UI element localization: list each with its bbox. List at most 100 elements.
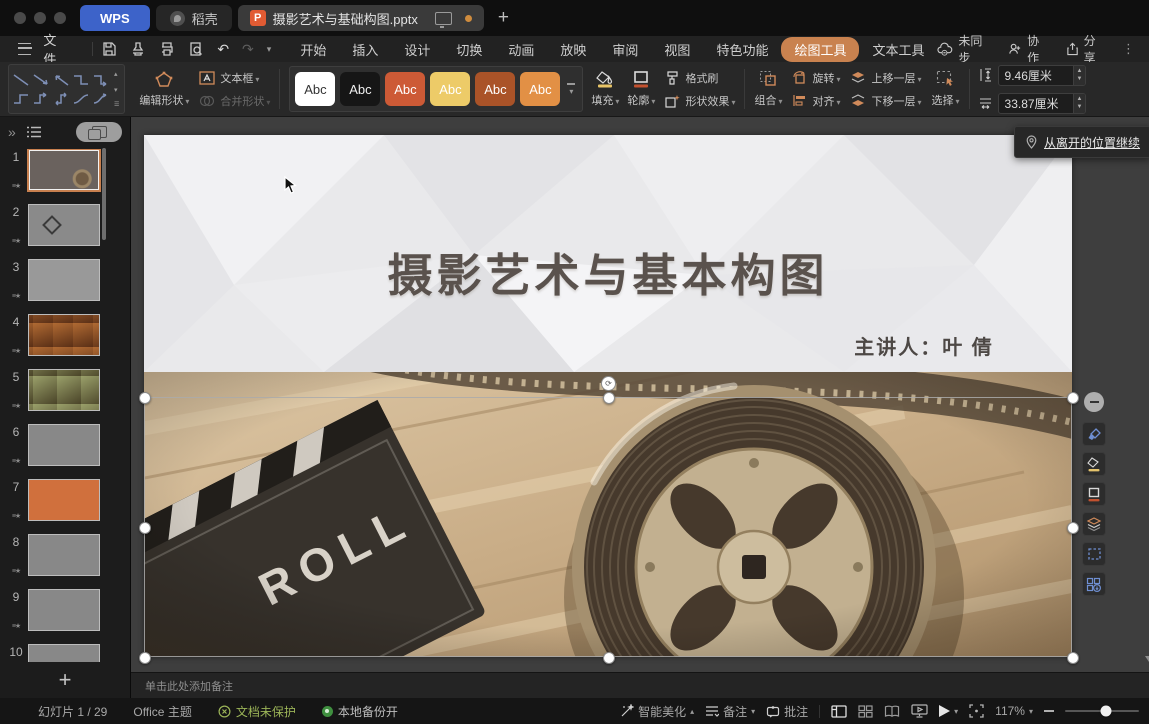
panel-scrollbar-thumb[interactable]	[102, 148, 106, 240]
tab-wps-home[interactable]: WPS	[80, 5, 150, 31]
menu-tab-special-features[interactable]: 特色功能	[703, 37, 781, 62]
shape-effects-button[interactable]: 形状效果	[665, 93, 735, 109]
gallery-more-icon[interactable]	[114, 101, 119, 108]
selection-handle[interactable]	[603, 652, 615, 664]
hamburger-menu-icon[interactable]	[18, 43, 31, 55]
minimize-button[interactable]	[34, 12, 46, 24]
shape-style-swatch[interactable]: Abc	[430, 72, 470, 106]
normal-view-icon[interactable]	[831, 705, 847, 718]
comments-button[interactable]: 批注	[766, 703, 808, 720]
slide-8-preview[interactable]	[28, 534, 100, 576]
shape-elbow[interactable]	[72, 73, 90, 87]
stepper-down-icon[interactable]	[1074, 75, 1086, 83]
slide-thumbnail-3[interactable]: 3	[4, 259, 130, 301]
menu-tab-home[interactable]: 开始	[287, 37, 339, 62]
slide-5-preview[interactable]	[28, 369, 100, 411]
slide-title-text[interactable]: 摄影艺术与基本构图	[144, 239, 1072, 304]
presenter-monitor-icon[interactable]	[435, 12, 452, 25]
save-icon[interactable]	[101, 41, 117, 57]
print-icon[interactable]	[159, 41, 175, 57]
slide-thumbnail-8[interactable]: 8	[4, 534, 130, 576]
tab-document[interactable]: 摄影艺术与基础构图.pptx	[238, 5, 484, 31]
shape-style-swatch[interactable]: Abc	[475, 72, 515, 106]
shape-width-input[interactable]	[999, 96, 1073, 110]
zoom-slider[interactable]	[1065, 710, 1139, 712]
fit-to-window-icon[interactable]	[969, 704, 984, 718]
menu-tab-animation[interactable]: 动画	[495, 37, 547, 62]
slide-sorter-view-icon[interactable]	[858, 705, 873, 718]
collapse-toolbar-button[interactable]	[1084, 392, 1104, 412]
more-options-icon[interactable]	[1122, 41, 1135, 57]
bring-forward-button[interactable]: 上移一层	[850, 70, 921, 86]
thumbnail-view-toggle[interactable]	[76, 122, 122, 142]
slide-9-preview[interactable]	[28, 589, 100, 631]
gallery-scroll-down-icon[interactable]	[114, 86, 119, 94]
slide-thumbnail-9[interactable]: 9	[4, 589, 130, 631]
expand-panel-icon[interactable]	[8, 124, 16, 140]
backup-status[interactable]: 本地备份开	[322, 703, 398, 720]
resume-link[interactable]: 从离开的位置继续	[1044, 134, 1140, 151]
selection-handle[interactable]	[1067, 522, 1079, 534]
shape-elbow-2-arrow[interactable]	[32, 92, 50, 106]
protection-status[interactable]: 文档未保护	[218, 703, 296, 720]
add-slide-button[interactable]	[0, 662, 130, 698]
select-button[interactable]: 选择	[932, 70, 960, 108]
shape-line-arrow[interactable]	[32, 73, 50, 87]
output-stamp-icon[interactable]	[130, 41, 146, 57]
shape-style-swatch[interactable]: Abc	[520, 72, 560, 106]
shape-height-input[interactable]	[999, 68, 1073, 82]
align-button[interactable]: 对齐	[792, 93, 840, 109]
smart-beautify-button[interactable]: 智能美化	[620, 703, 694, 720]
layers-button[interactable]	[1082, 512, 1106, 536]
group-button[interactable]: 组合	[754, 70, 782, 108]
slide-thumbnail-5[interactable]: 5	[4, 369, 130, 411]
slide-thumbnail-10[interactable]: 10	[4, 644, 130, 662]
print-preview-icon[interactable]	[188, 41, 204, 57]
zoom-level-dropdown[interactable]: 117%	[995, 704, 1033, 718]
shape-elbow-2[interactable]	[12, 92, 30, 106]
edit-shape-button[interactable]: 编辑形状	[135, 71, 193, 108]
fill-color-button[interactable]	[1082, 452, 1106, 476]
stepper-up-icon[interactable]	[1074, 95, 1086, 103]
menu-tab-insert[interactable]: 插入	[339, 37, 391, 62]
maximize-button[interactable]	[54, 12, 66, 24]
slide-thumbnail-2[interactable]: 2	[4, 204, 130, 246]
format-brush-button[interactable]	[1082, 422, 1106, 446]
shape-curve[interactable]	[72, 92, 90, 106]
slide-1-preview[interactable]	[27, 149, 101, 192]
resume-position-tooltip[interactable]: 从离开的位置继续	[1014, 126, 1149, 158]
outline-view-icon[interactable]	[26, 126, 42, 138]
rotate-button[interactable]: 旋转	[792, 70, 840, 86]
slideshow-settings-icon[interactable]	[911, 704, 928, 718]
new-tab-button[interactable]	[498, 7, 509, 29]
stepper-up-icon[interactable]	[1074, 67, 1086, 75]
menu-tab-slideshow[interactable]: 放映	[547, 37, 599, 62]
outline-color-button[interactable]	[1082, 482, 1106, 506]
slide-7-preview[interactable]	[28, 479, 100, 521]
undo-icon[interactable]	[217, 41, 229, 58]
shape-elbow-arrow[interactable]	[92, 73, 110, 87]
selection-handle[interactable]	[603, 392, 615, 404]
gallery-scroll-up-icon[interactable]	[114, 70, 119, 78]
selection-handle[interactable]	[139, 392, 151, 404]
notes-button[interactable]: 备注	[705, 703, 755, 720]
slide-thumbnail-1[interactable]: 1	[4, 149, 130, 191]
menu-tab-design[interactable]: 设计	[391, 37, 443, 62]
menu-tab-transitions[interactable]: 切换	[443, 37, 495, 62]
stepper-down-icon[interactable]	[1074, 103, 1086, 111]
notes-bar[interactable]: 单击此处添加备注	[131, 672, 1149, 698]
menu-tab-view[interactable]: 视图	[651, 37, 703, 62]
slide-thumbnail-7[interactable]: 7	[4, 479, 130, 521]
sync-status[interactable]: 未同步	[937, 32, 992, 66]
canvas-scroll-down-icon[interactable]	[1145, 656, 1149, 662]
menu-tab-drawing-tools[interactable]: 绘图工具	[781, 37, 859, 62]
slide-subtitle-text[interactable]: 主讲人：叶 倩	[784, 331, 1064, 360]
zoom-slider-handle[interactable]	[1100, 706, 1111, 717]
text-box-button[interactable]: 文本框	[199, 70, 270, 86]
slide-4-preview[interactable]	[28, 314, 100, 356]
shape-line-arrow-up[interactable]	[52, 73, 70, 87]
selection-handle[interactable]	[1067, 652, 1079, 664]
menu-tab-review[interactable]: 审阅	[599, 37, 651, 62]
theme-name[interactable]: Office 主题	[133, 703, 191, 720]
width-stepper[interactable]	[1073, 94, 1086, 113]
